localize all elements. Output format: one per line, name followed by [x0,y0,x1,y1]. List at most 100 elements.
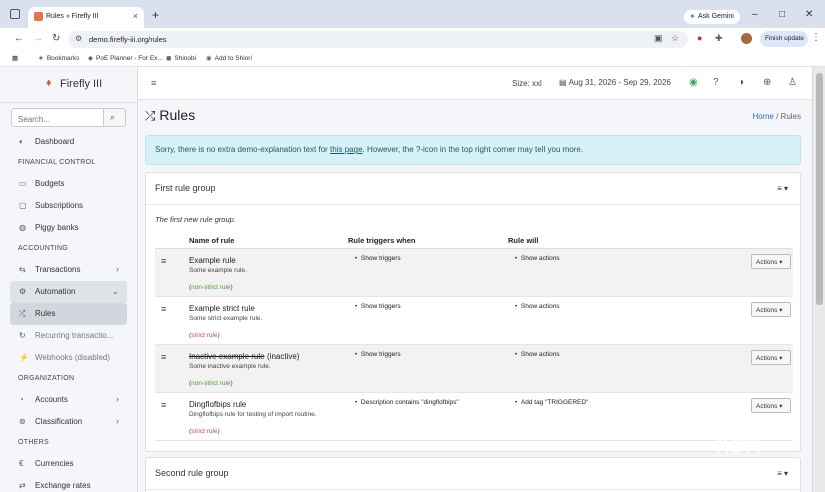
drag-handle-icon[interactable]: ≡ [161,400,166,410]
action-text: Show actions [520,255,560,262]
sidebar-item-transactions[interactable]: ⇆ Transactions › [10,259,127,281]
rule-name-link[interactable]: Example rule [189,256,236,265]
sidebar-item-accounts[interactable]: ◔ Accounts › [10,389,127,411]
sidebar-item-classification[interactable]: ⊚ Classification › [10,411,127,433]
site-info-icon[interactable]: ⚙ [75,34,82,43]
nav-section-header: ACCOUNTING [18,245,69,252]
column-header: Rule will [508,236,539,245]
rule-description: Some inactive example rule. [189,363,271,370]
opera-extension-icon[interactable]: ● [697,33,702,43]
page-scrollbar[interactable] [812,67,825,492]
help-question-icon[interactable]: ? [713,77,719,88]
window-minimize-button[interactable]: – [752,9,758,20]
sidebar-item-rules[interactable]: ⤮ Rules [10,303,127,325]
ask-gemini-button[interactable]: ✦ Ask Gemini [684,10,740,24]
actions-dropdown-button[interactable]: Actions ▾ [751,398,791,413]
url-text[interactable]: demo.firefly-iii.org/rules [89,35,167,44]
strictness-label: strict rule [191,332,218,339]
install-app-icon[interactable]: ▣ [654,33,663,44]
drag-handle-icon[interactable]: ≡ [161,304,166,314]
alert-text: Sorry, there is no extra demo-explanatio… [155,145,331,154]
rule-group-menu-button[interactable]: ≡ ▾ [777,469,788,478]
bookmark-item[interactable]: ★ Bookmarks [38,54,79,62]
address-bar[interactable]: ⚙ demo.firefly-iii.org/rules [68,31,688,48]
demo-info-alert: Sorry, there is no extra demo-explanatio… [145,135,801,165]
extensions-puzzle-icon[interactable]: ✚ [715,33,723,44]
new-tab-button[interactable]: + [152,8,159,22]
subscriptions-icon: ▢ [19,201,27,210]
ask-gemini-label: Ask Gemini [698,13,734,20]
profile-avatar[interactable] [741,33,752,44]
date-range-picker[interactable]: ▤ Aug 31, 2026 - Sep 29, 2026 [559,78,671,87]
chevron-down-icon: ⌄ [111,286,119,296]
sidebar-item-label: Webhooks (disabled) [35,353,111,362]
apps-grid-icon[interactable]: ▦ [12,54,18,62]
rule-actions-list[interactable]: • Show actions [515,351,560,358]
rule-name-link[interactable]: Inactive example rule [189,352,265,361]
rule-triggers[interactable]: • Show triggers [355,351,401,358]
sidebar-item-exchange-rates[interactable]: ⇄ Exchange rates [10,475,127,492]
bookmark-label: Add to Shiori [214,55,252,62]
sidebar-item-recurring-transactions[interactable]: ↻ Recurring transactio... [10,325,127,347]
euro-icon: € [19,459,24,468]
scrollbar-thumb[interactable] [816,73,823,305]
drag-handle-icon[interactable]: ≡ [161,352,166,362]
sidebar-item-subscriptions[interactable]: ▢ Subscriptions [10,195,127,217]
actions-dropdown-button[interactable]: Actions ▾ [751,302,791,317]
forward-arrow-icon[interactable]: → [33,33,43,44]
rule-strictness: (strict rule) [189,428,220,435]
create-plus-icon[interactable]: ⊕ [763,77,771,88]
bookmark-label: Bookmarks [46,55,80,62]
browser-menu-icon[interactable]: ⋮ [811,32,821,43]
sidebar-item-dashboard[interactable]: ◐ Dashboard [10,131,127,153]
sidebar-item-currencies[interactable]: € Currencies [10,453,127,475]
hamburger-menu-icon[interactable]: ≡ [151,78,156,88]
back-arrow-icon[interactable]: ← [14,33,24,44]
breadcrumb-home[interactable]: Home [753,112,774,121]
browser-address-row: ← → ↻ ⚙ demo.firefly-iii.org/rules ▣ ☆ ●… [0,28,825,50]
sidebar-item-automation[interactable]: ⚙ Automation ⌄ [10,281,127,303]
sidebar-item-piggy-banks[interactable]: ◍ Piggy banks [10,217,127,239]
rule-group-menu-button[interactable]: ≡ ▾ [777,184,788,193]
bookmark-star-icon[interactable]: ☆ [671,33,679,44]
actions-dropdown-button[interactable]: Actions ▾ [751,254,791,269]
bookmark-item[interactable]: ◼ Shinobi [166,54,196,62]
rule-actions-list[interactable]: • Show actions [515,255,560,262]
chevron-right-icon: › [116,416,119,426]
rule-triggers[interactable]: • Show triggers [355,255,401,262]
window-close-button[interactable]: ✕ [805,9,813,20]
nav-section-header: ORGANIZATION [18,375,75,382]
rule-actions-list[interactable]: • Show actions [515,303,560,310]
reload-icon[interactable]: ↻ [52,33,60,44]
app-topbar: ≡ Size: xxl ▤ Aug 31, 2026 - Sep 29, 2026… [138,67,812,100]
alert-page-link[interactable]: this page [330,145,362,154]
sidebar-item-label: Classification [35,417,83,426]
strictness-label: non-strict rule [191,284,231,291]
brand[interactable]: ♦ Firefly III [0,67,137,103]
finish-update-button[interactable]: Finish update [760,31,808,47]
sidebar-item-budgets[interactable]: ▭ Budgets [10,173,127,195]
window-maximize-button[interactable]: □ [779,9,785,20]
eye-icon[interactable]: ◉ [689,77,698,88]
screen-size-indicator: Size: xxl [512,79,542,88]
theme-contrast-icon[interactable]: ◑ [738,77,744,88]
search-icon[interactable]: ⌕ [104,108,126,127]
search-input[interactable] [11,108,104,127]
sidebar-item-webhooks[interactable]: ⚡ Webhooks (disabled) [10,347,127,369]
bookmark-item[interactable]: ◆ PoE Planner - For Ex... [88,54,163,62]
rule-description: Some example rule. [189,267,247,274]
tab-close-icon[interactable]: × [133,11,138,21]
browser-tab[interactable]: Rules » Firefly III × [28,7,144,28]
drag-handle-icon[interactable]: ≡ [161,256,166,266]
rule-name-link[interactable]: Example strict rule [189,304,255,313]
rule-triggers[interactable]: • Show triggers [355,303,401,310]
classification-icon: ⊚ [19,417,26,426]
actions-dropdown-button[interactable]: Actions ▾ [751,350,791,365]
alert-text: . However, the [362,145,416,154]
user-profile-icon[interactable]: ♙ [788,77,797,88]
tab-search-icon[interactable] [10,9,20,19]
gemini-sparkle-icon: ✦ [689,12,696,21]
firefly-favicon-icon [34,12,43,21]
rule-name-link[interactable]: Dingflofbips rule [189,400,246,409]
bookmark-item[interactable]: ◉ Add to Shiori [206,54,252,62]
